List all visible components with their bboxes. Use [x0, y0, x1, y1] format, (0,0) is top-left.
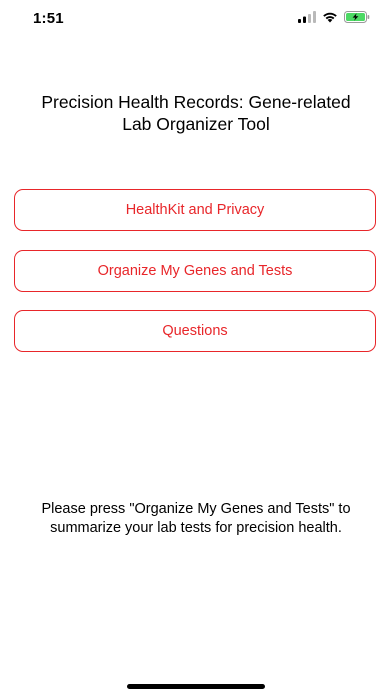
healthkit-privacy-button[interactable]: HealthKit and Privacy — [14, 189, 376, 231]
organize-genes-tests-button[interactable]: Organize My Genes and Tests — [14, 250, 376, 292]
healthkit-privacy-button-label: HealthKit and Privacy — [125, 202, 265, 218]
battery-charging-icon — [344, 11, 370, 23]
status-icons — [298, 11, 370, 23]
page-title: Precision Health Records: Gene-related L… — [41, 92, 351, 134]
status-time: 1:51 — [33, 10, 64, 27]
organize-genes-tests-button-label: Organize My Genes and Tests — [97, 263, 293, 279]
signal-icon — [298, 11, 316, 23]
home-indicator[interactable] — [127, 684, 265, 689]
questions-button-label: Questions — [162, 323, 228, 339]
instructions-text: Please press "Organize My Genes and Test… — [41, 501, 351, 536]
wifi-icon — [323, 12, 337, 23]
questions-button[interactable]: Questions — [14, 310, 376, 352]
status-bar: 1:51 — [0, 0, 392, 40]
